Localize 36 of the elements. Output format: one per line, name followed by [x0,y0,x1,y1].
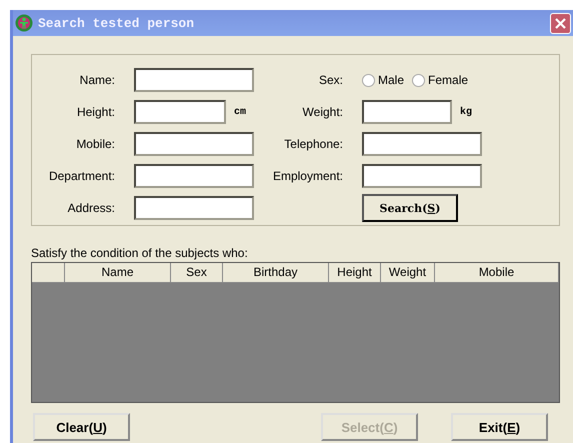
field-label: Mobile: [76,137,115,151]
input-field[interactable] [134,164,254,188]
input-field[interactable] [134,196,254,220]
window-title: Search tested person [38,16,196,30]
input-field[interactable] [362,164,482,188]
exit-button[interactable]: Exit(E) [451,413,548,441]
field-label: Address: [68,201,115,215]
unit-label: kg [460,106,472,118]
unit-label: cm [234,106,246,118]
search-button[interactable]: Search(S) [362,194,458,222]
input-field[interactable] [134,132,254,156]
column-header[interactable]: Weight [381,263,435,283]
close-button[interactable] [550,12,571,34]
column-header[interactable]: Height [329,263,381,283]
field-label: Name: [80,73,115,87]
field-label: Employment: [272,169,343,183]
input-field[interactable] [362,132,482,156]
radio-option[interactable]: Male [362,73,404,87]
column-header[interactable] [32,263,65,283]
column-header[interactable]: Mobile [435,263,559,283]
close-icon [554,16,567,30]
results-caption: Satisfy the condition of the subjects who: [31,246,249,260]
input-field[interactable] [362,100,452,124]
column-header[interactable]: Birthday [223,263,329,283]
column-header[interactable]: Sex [171,263,223,283]
field-label: Height: [76,105,115,119]
input-field[interactable] [134,68,254,92]
input-field[interactable] [134,100,226,124]
field-label: Weight: [302,105,343,119]
field-label: Department: [48,169,115,183]
radio-option[interactable]: Female [412,73,468,87]
field-label: Telephone: [284,137,343,151]
column-header[interactable]: Name [65,263,171,283]
person-icon [15,14,33,32]
field-label: Sex: [318,73,343,87]
clear-button[interactable]: Clear(U) [33,413,130,441]
